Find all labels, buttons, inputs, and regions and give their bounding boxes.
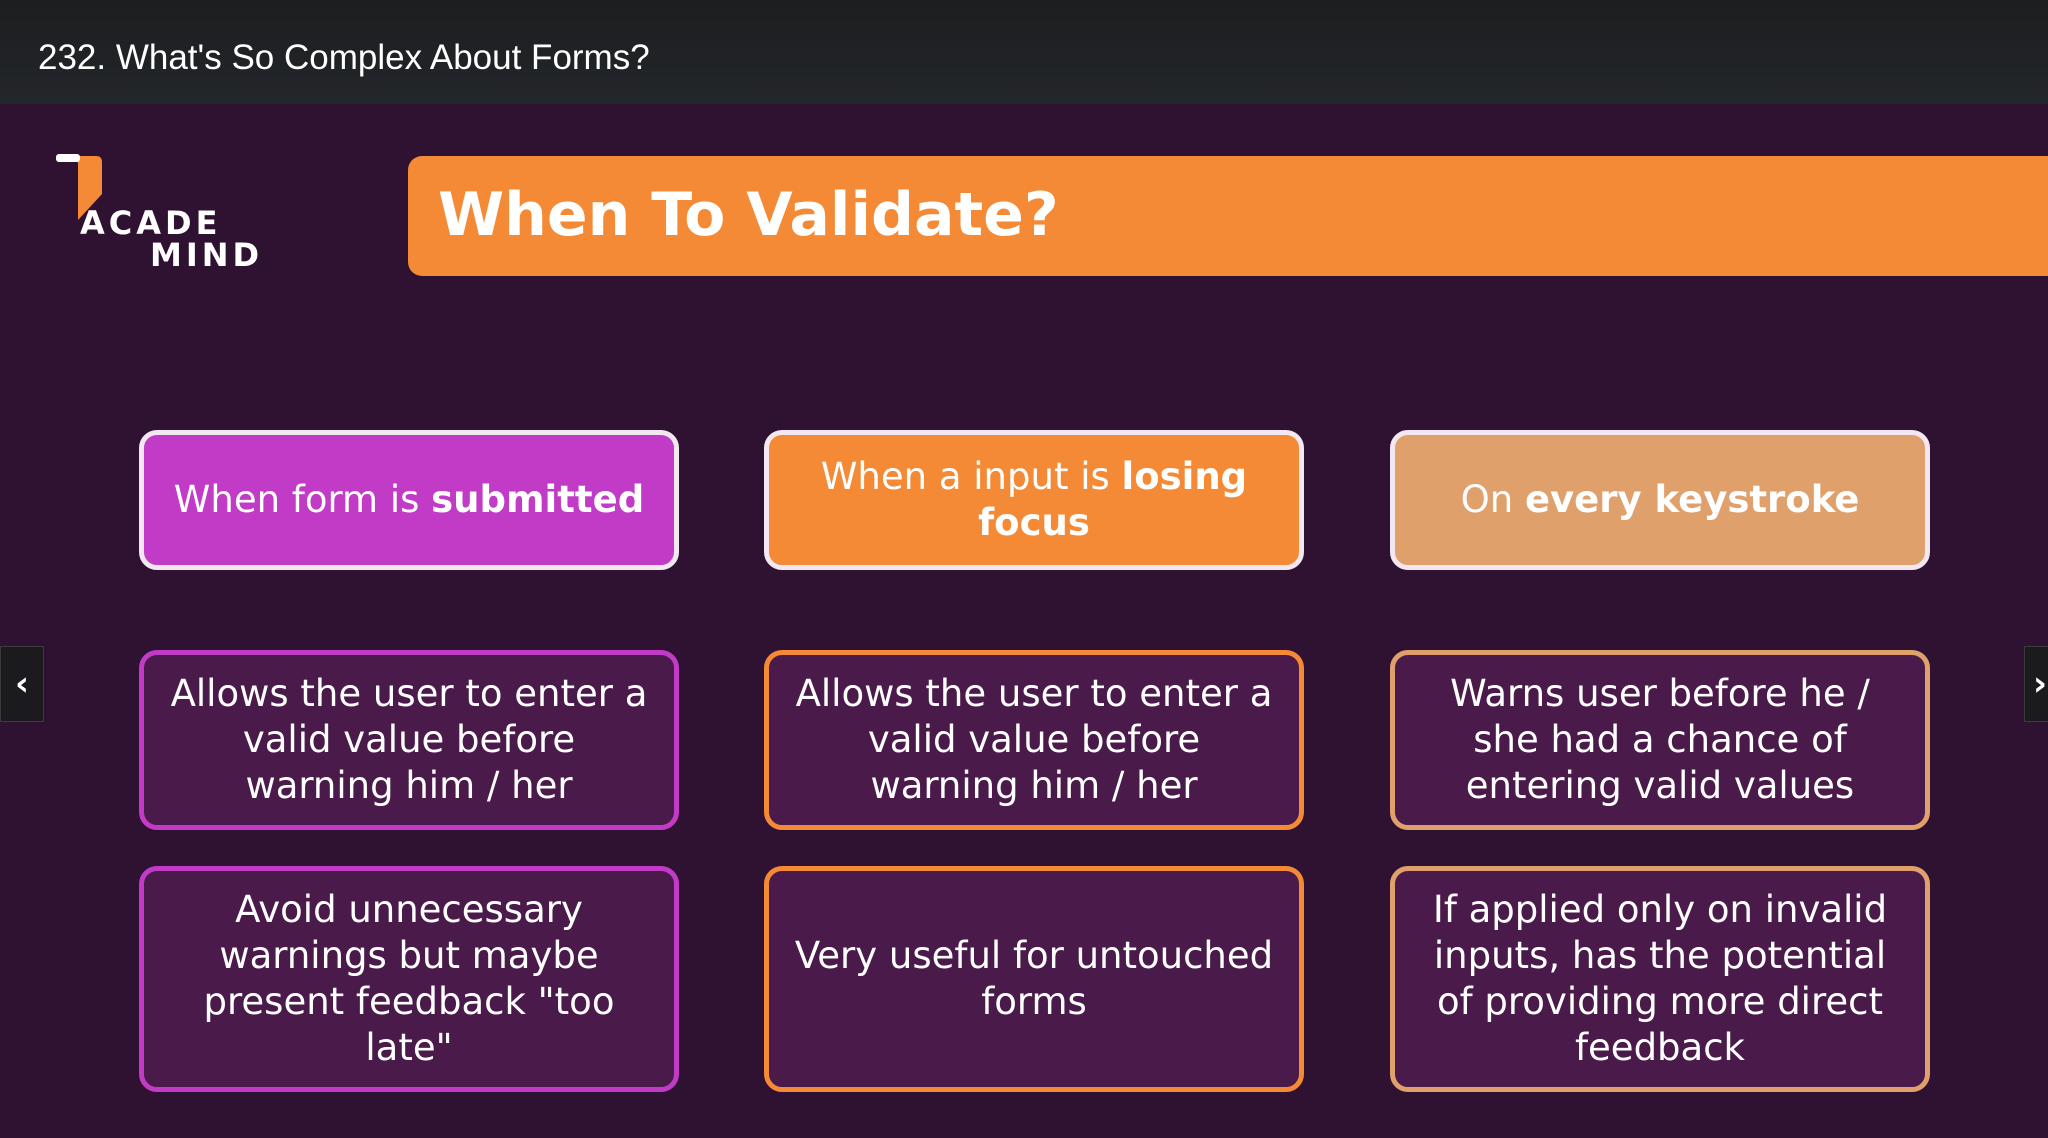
video-top-bar: 232. What's So Complex About Forms? <box>0 0 2048 104</box>
slide-title: When To Validate? <box>438 180 1059 250</box>
heading-card-losing-focus: When a input is losing focus <box>764 430 1304 570</box>
lesson-title: 232. What's So Complex About Forms? <box>38 38 650 77</box>
point-text: If applied only on invalid inputs, has t… <box>1432 888 1888 1069</box>
heading-card-every-keystroke: On every keystroke <box>1390 430 1930 570</box>
heading-card-submitted: When form is submitted <box>139 430 679 570</box>
point-card: Avoid unnecessary warnings but maybe pre… <box>139 866 679 1092</box>
previous-button[interactable]: ‹ <box>0 646 44 722</box>
next-button[interactable]: › <box>2024 646 2048 722</box>
chevron-left-icon: ‹ <box>14 664 29 704</box>
point-card: Very useful for untouched forms <box>764 866 1304 1092</box>
heading-emphasis: every keystroke <box>1524 478 1860 521</box>
point-card: Allows the user to enter a valid value b… <box>764 650 1304 830</box>
heading-text: When a input is losing focus <box>789 454 1279 546</box>
heading-text: On every keystroke <box>1461 477 1860 523</box>
point-card: Allows the user to enter a valid value b… <box>139 650 679 830</box>
academind-logo: ACADE MIND <box>56 154 266 274</box>
heading-prefix: On <box>1460 478 1525 521</box>
heading-prefix: When form is <box>173 478 432 521</box>
heading-emphasis: submitted <box>431 478 645 521</box>
heading-text: When form is submitted <box>174 477 644 523</box>
logo-text-line2: MIND <box>150 236 264 274</box>
point-text: Allows the user to enter a valid value b… <box>795 672 1273 807</box>
point-card: Warns user before he / she had a chance … <box>1390 650 1930 830</box>
point-text: Very useful for untouched forms <box>794 934 1274 1023</box>
slide-title-banner: When To Validate? <box>408 156 2048 276</box>
heading-prefix: When a input is <box>820 455 1122 498</box>
chevron-right-icon: › <box>2033 664 2048 704</box>
point-text: Warns user before he / she had a chance … <box>1450 672 1870 807</box>
point-card: If applied only on invalid inputs, has t… <box>1390 866 1930 1092</box>
point-text: Avoid unnecessary warnings but maybe pre… <box>203 888 615 1069</box>
point-text: Allows the user to enter a valid value b… <box>170 672 648 807</box>
